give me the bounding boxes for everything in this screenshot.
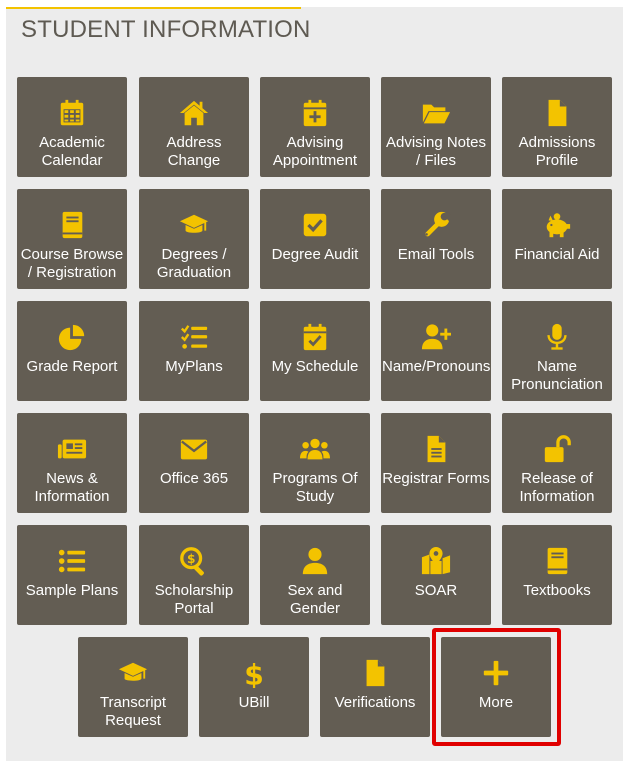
tile-sample-plans[interactable]: Sample Plans: [17, 525, 127, 625]
tile-myplans[interactable]: MyPlans: [139, 301, 249, 401]
graduation-cap-icon: [78, 657, 188, 689]
tile-label: Release of Information: [519, 470, 595, 505]
tile-my-schedule[interactable]: My Schedule: [260, 301, 370, 401]
tile-label: UBill: [238, 694, 270, 711]
panel-title: STUDENT INFORMATION: [21, 16, 311, 43]
tile-label: Name Pronunciation: [511, 358, 603, 393]
tile-label: Admissions Profile: [518, 134, 596, 169]
dollar-icon: $: [199, 657, 309, 689]
user-icon: [260, 545, 370, 577]
map-pin-icon: [381, 545, 491, 577]
tile-label: Scholarship Portal: [154, 582, 234, 617]
tile-advising-notes-files[interactable]: Advising Notes / Files: [381, 77, 491, 177]
tile-name-pronunciation[interactable]: Name Pronunciation: [502, 301, 612, 401]
tile-academic-calendar[interactable]: Academic Calendar: [17, 77, 127, 177]
tile-scholarship-portal[interactable]: $ Scholarship Portal: [139, 525, 249, 625]
tile-financial-aid[interactable]: Financial Aid: [502, 189, 612, 289]
plus-icon: [441, 657, 551, 689]
pie-chart-icon: [17, 321, 127, 353]
tile-verifications[interactable]: Verifications: [320, 637, 430, 737]
list-icon: [17, 545, 127, 577]
tile-office-365[interactable]: Office 365: [139, 413, 249, 513]
calendar-check-icon: [260, 321, 370, 353]
microphone-icon: [502, 321, 612, 353]
tile-transcript-request[interactable]: Transcript Request: [78, 637, 188, 737]
tile-email-tools[interactable]: Email Tools: [381, 189, 491, 289]
file-icon: [320, 657, 430, 689]
tile-more[interactable]: More: [441, 637, 551, 737]
tile-sex-and-gender[interactable]: Sex and Gender: [260, 525, 370, 625]
piggy-bank-icon: [502, 209, 612, 241]
tile-label: MyPlans: [165, 358, 223, 375]
user-plus-icon: [381, 321, 491, 353]
tile-label: Advising Notes / Files: [385, 134, 487, 169]
tile-label: Address Change: [166, 134, 222, 169]
tile-label: Textbooks: [523, 582, 591, 599]
svg-text:$: $: [244, 658, 264, 688]
tile-textbooks[interactable]: Textbooks: [502, 525, 612, 625]
folder-open-icon: [381, 97, 491, 129]
tile-release-of-information[interactable]: Release of Information: [502, 413, 612, 513]
tile-ubill[interactable]: $ UBill: [199, 637, 309, 737]
tile-name-pronouns[interactable]: Name/Pronouns: [381, 301, 491, 401]
panel-accent-line: [6, 7, 301, 9]
checklist-icon: [139, 321, 249, 353]
tile-label: SOAR: [414, 582, 458, 599]
tile-degrees-graduation[interactable]: Degrees / Graduation: [139, 189, 249, 289]
checkbox-icon: [260, 209, 370, 241]
tile-degree-audit[interactable]: Degree Audit: [260, 189, 370, 289]
calendar-icon: [17, 97, 127, 129]
tile-label: Advising Appointment: [272, 134, 358, 169]
tile-label: Degrees / Graduation: [156, 246, 232, 281]
tile-label: Email Tools: [397, 246, 475, 263]
tile-soar[interactable]: SOAR: [381, 525, 491, 625]
tile-admissions-profile[interactable]: Admissions Profile: [502, 77, 612, 177]
tile-label: Grade Report: [26, 358, 118, 375]
tile-label: My Schedule: [271, 358, 359, 375]
tile-label: Transcript Request: [99, 694, 167, 729]
envelope-icon: [139, 433, 249, 465]
tile-label: Course Browse / Registration: [20, 246, 124, 281]
calendar-plus-icon: [260, 97, 370, 129]
tile-label: Academic Calendar: [39, 134, 105, 169]
tile-label: Sample Plans: [25, 582, 119, 599]
tile-label: Registrar Forms: [382, 470, 490, 487]
file-lines-icon: [381, 433, 491, 465]
tile-label: More: [478, 694, 514, 711]
book-icon: [17, 209, 127, 241]
tile-advising-appointment[interactable]: Advising Appointment: [260, 77, 370, 177]
svg-text:$: $: [187, 552, 195, 566]
users-icon: [260, 433, 370, 465]
tile-label: Office 365: [159, 470, 229, 487]
tile-label: News & Information: [34, 470, 110, 505]
tile-registrar-forms[interactable]: Registrar Forms: [381, 413, 491, 513]
wrench-icon: [381, 209, 491, 241]
book-icon: [502, 545, 612, 577]
tile-label: Sex and Gender: [287, 582, 343, 617]
tile-address-change[interactable]: Address Change: [139, 77, 249, 177]
unlock-icon: [502, 433, 612, 465]
graduation-cap-icon: [139, 209, 249, 241]
tile-news-information[interactable]: News & Information: [17, 413, 127, 513]
tile-label: Financial Aid: [514, 246, 600, 263]
tile-label: Degree Audit: [271, 246, 359, 263]
tile-course-browse-registration[interactable]: Course Browse / Registration: [17, 189, 127, 289]
tile-label: Programs Of Study: [272, 470, 358, 505]
tile-grade-report[interactable]: Grade Report: [17, 301, 127, 401]
newspaper-icon: [17, 433, 127, 465]
file-icon: [502, 97, 612, 129]
search-dollar-icon: $: [139, 545, 249, 577]
tile-label: Name/Pronouns: [382, 358, 491, 375]
tile-programs-of-study[interactable]: Programs Of Study: [260, 413, 370, 513]
tile-label: Verifications: [334, 694, 416, 711]
home-icon: [139, 97, 249, 129]
